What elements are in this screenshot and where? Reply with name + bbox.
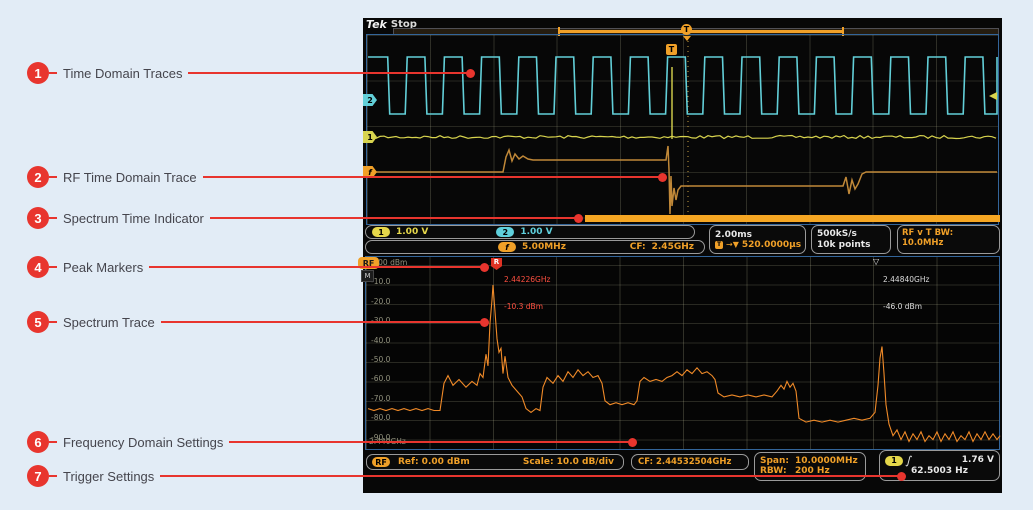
record-length-readout: 10k points bbox=[817, 240, 871, 250]
callout-label: Spectrum Trace bbox=[63, 314, 155, 330]
callout-target-dot bbox=[574, 213, 583, 223]
trigger-frequency-readout: 62.5003 Hz bbox=[911, 466, 968, 476]
callout-number-badge: 2 bbox=[27, 166, 49, 188]
callout-connector bbox=[49, 217, 57, 219]
callout-spectrum-time-indicator: 3 Spectrum Time Indicator bbox=[27, 207, 583, 229]
callout-leader-line bbox=[188, 72, 467, 74]
cf-short-label: CF: bbox=[629, 242, 646, 252]
sample-rate-readout: 500kS/s bbox=[817, 229, 857, 239]
trigger-position-icon: T bbox=[681, 24, 692, 35]
callout-spectrum-trace: 5 Spectrum Trace bbox=[27, 311, 489, 333]
callout-connector bbox=[49, 475, 57, 477]
callout-leader-line bbox=[229, 441, 629, 443]
delay-arrows-icon: →▼ bbox=[726, 240, 739, 249]
reference-marker-frequency: 2.44226GHz bbox=[504, 275, 551, 284]
callout-leader-line bbox=[202, 176, 659, 178]
callout-label: RF Time Domain Trace bbox=[63, 169, 197, 185]
callout-number-badge: 7 bbox=[27, 465, 49, 487]
callout-target-dot bbox=[628, 437, 637, 447]
horizontal-delay-readout: 520.0000µs bbox=[741, 239, 802, 250]
spectrum-time-indicator-bar bbox=[585, 215, 1000, 222]
callout-number-badge: 1 bbox=[27, 62, 49, 84]
callout-peak-markers: 4 Peak Markers bbox=[27, 256, 489, 278]
callout-leader-line bbox=[160, 475, 898, 477]
callout-rf-time-domain-trace: 2 RF Time Domain Trace bbox=[27, 166, 667, 188]
callout-number-badge: 3 bbox=[27, 207, 49, 229]
annotated-scope-figure: 1 Time Domain Traces 2 RF Time Domain Tr… bbox=[0, 0, 1033, 510]
rf-vs-time-bw-readout: RF v T BW: 10.0MHz bbox=[902, 228, 954, 248]
peak-marker-readout: 2.44840GHz -46.0 dBm bbox=[883, 257, 929, 329]
callout-frequency-domain-settings: 6 Frequency Domain Settings bbox=[27, 431, 637, 453]
ch1-trace bbox=[367, 134, 997, 140]
callout-label: Trigger Settings bbox=[63, 468, 155, 484]
time-domain-traces bbox=[365, 36, 998, 223]
callout-number-badge: 5 bbox=[27, 311, 49, 333]
horizontal-scale-readout: 2.00ms bbox=[715, 229, 752, 240]
callout-label: Frequency Domain Settings bbox=[63, 434, 224, 450]
callout-number-badge: 6 bbox=[27, 431, 49, 453]
callout-label: Spectrum Time Indicator bbox=[63, 210, 204, 226]
callout-connector bbox=[49, 176, 57, 178]
callout-target-dot bbox=[480, 317, 489, 327]
trigger-delay-icon: T bbox=[715, 241, 723, 249]
rf-bandwidth-readout-box: RF v T BW: 10.0MHz bbox=[897, 225, 1000, 254]
horizontal-readout-box: 2.00ms T →▼ 520.0000µs bbox=[709, 225, 806, 254]
callout-connector bbox=[49, 441, 57, 443]
callout-target-dot bbox=[480, 262, 489, 272]
trigger-level-readout: 1.76 V bbox=[961, 455, 994, 465]
callout-target-dot bbox=[897, 471, 906, 481]
reference-marker-readout: 2.44226GHz -10.3 dBm bbox=[504, 257, 550, 329]
callout-connector bbox=[49, 266, 57, 268]
callout-connector bbox=[49, 321, 57, 323]
rf-scale-readout: 5.00MHz bbox=[522, 242, 566, 252]
rf-channel-badge: f bbox=[498, 242, 516, 252]
reference-marker-level: -10.3 dBm bbox=[504, 302, 544, 311]
callout-label: Time Domain Traces bbox=[63, 65, 183, 81]
callout-target-dot bbox=[658, 172, 667, 182]
rf-scale-readout-box: f 5.00MHz CF: 2.45GHz bbox=[365, 240, 705, 254]
peak-marker-frequency: 2.44840GHz bbox=[883, 275, 930, 284]
spectrum-graticule: 0.00 dBm-10.0-20.0-30.0-40.0-50.0-60.0-7… bbox=[365, 256, 1001, 450]
callout-connector bbox=[49, 72, 57, 74]
callout-leader-line bbox=[149, 266, 481, 268]
trigger-source-badge: 1 bbox=[885, 455, 903, 466]
rising-edge-icon: ∫ bbox=[904, 454, 914, 467]
callout-number-badge: 4 bbox=[27, 256, 49, 278]
cf-short-value: 2.45GHz bbox=[651, 242, 694, 252]
callout-target-dot bbox=[466, 68, 475, 78]
peak-marker-level: -46.0 dBm bbox=[883, 302, 923, 311]
callout-label: Peak Markers bbox=[63, 259, 144, 275]
trigger-level-arrow-icon bbox=[989, 92, 997, 100]
callout-leader-line bbox=[160, 321, 481, 323]
callout-leader-line bbox=[209, 217, 575, 219]
callout-time-domain-traces: 1 Time Domain Traces bbox=[27, 62, 475, 84]
callout-trigger-settings: 7 Trigger Settings bbox=[27, 465, 906, 487]
acquisition-readout-box: 500kS/s 10k points bbox=[811, 225, 891, 254]
peak-marker-triangle-icon: ▽ bbox=[873, 257, 880, 266]
